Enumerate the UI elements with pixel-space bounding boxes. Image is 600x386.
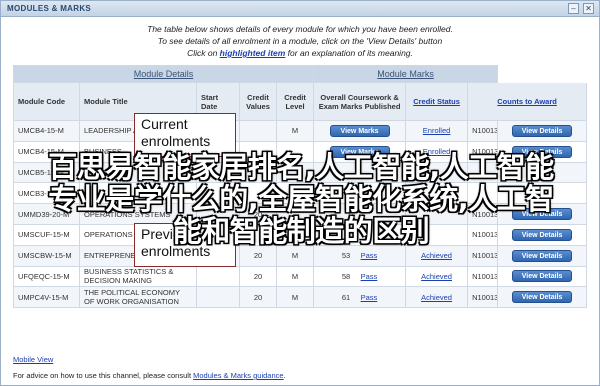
overlay-text-line-3: 能和智能制造的区别 [172,214,430,248]
credit-status-link[interactable]: Achieved [421,272,452,281]
blank-header [497,65,588,83]
table-row: UMPC4V-15-M THE POLITICAL ECONOMY OF WOR… [13,286,588,309]
mark-value: 53 [341,251,351,261]
award-code: N10013 [467,286,499,309]
result-link[interactable]: Pass [361,272,378,281]
view-details-button[interactable]: View Details [512,291,573,304]
instruction-line-3-pre: Click on [187,48,220,58]
credit-status-cell: Achieved [405,286,469,309]
result-link[interactable]: Pass [361,293,378,302]
credit-status-cell: Achieved [405,265,469,288]
credit-values: 20 [239,244,277,267]
credit-level: M [275,286,315,309]
details-cell: View Details [497,286,588,309]
module-code: UMSCBW-15-M [13,244,80,267]
credit-status-link[interactable]: Achieved [421,293,452,302]
guidance-link[interactable]: Modules & Marks guidance [193,371,283,380]
award-code: N10013 [467,244,499,267]
col-credit-status[interactable]: Credit Status [405,82,469,121]
module-details-group-header[interactable]: Module Details [12,65,315,83]
title-bar: MODULES & MARKS – ✕ [1,1,599,17]
module-code: UMCB4-15-M [13,120,80,142]
overlay-text-line-2: 专业是学什么的,全屋智能化系统,人工智 [48,182,554,216]
close-button[interactable]: ✕ [583,3,594,14]
table-row: UFQEQC-15-M BUSINESS STATISTICS & DECISI… [13,265,588,288]
credit-status-cell: Achieved [405,244,469,267]
footer-note: For advice on how to use this channel, p… [13,371,286,380]
credit-level: M [275,244,315,267]
modules-marks-window: MODULES & MARKS – ✕ The table below show… [0,0,600,386]
credit-values: 20 [239,286,277,309]
view-details-button[interactable]: View Details [512,270,573,283]
credit-status-cell: Enrolled [405,120,469,142]
highlighted-item-link[interactable]: highlighted item [220,48,286,58]
marks-cell: 58 Pass [313,265,407,288]
col-module-code: Module Code [13,82,80,121]
view-marks-button[interactable]: View Marks [329,124,390,137]
col-marks-published: Overall Coursework & Exam Marks Publishe… [313,82,407,121]
col-credit-values: Credit Values [239,82,277,121]
module-title: THE POLITICAL ECONOMY OF WORK ORGANISATI… [79,286,197,309]
credit-status-link[interactable]: Enrolled [423,126,451,135]
mobile-view-link[interactable]: Mobile View [13,355,53,364]
current-callout-line-2: enrolments [141,133,211,149]
details-cell: View Details [497,265,588,288]
view-details-button[interactable]: View Details [512,124,573,137]
overlay-text-line-1: 百思易智能家居排名,人工智能,人工智能 [48,150,554,184]
footer-text-end: . [283,371,286,380]
marks-cell: 61 Pass [313,286,407,309]
mark-value: 61 [341,292,351,302]
module-marks-group-header[interactable]: Module Marks [313,65,499,83]
instruction-line-2: To see details of all enrolment in a mod… [157,36,443,46]
details-cell: View Details [497,244,588,267]
instructions: The table below shows details of every m… [1,23,599,59]
col-credit-level: Credit Level [275,82,315,121]
current-callout-line-1: Current [141,116,188,132]
module-code: UMPC4V-15-M [13,286,80,309]
details-cell: View Details [497,120,588,142]
credit-level: M [275,120,315,142]
window-title: MODULES & MARKS [7,4,92,13]
marks-cell: 53 Pass [313,244,407,267]
instruction-line-1: The table below shows details of every m… [147,24,453,34]
credit-values: 20 [239,265,277,288]
table-row: UMCB4-15-M LEADERSHIP A M View Marks Enr… [13,120,588,142]
module-code: UFQEQC-15-M [13,265,80,288]
award-code: N10013 [467,120,499,142]
result-link[interactable]: Pass [361,251,378,260]
marks-cell: View Marks [313,120,407,142]
module-title: BUSINESS STATISTICS & DECISION MAKING [79,265,197,288]
instruction-line-3: Click on highlighted item for an explana… [1,47,599,59]
table-row: UMSCBW-15-M ENTREPRENEURSHIP & INNOVATIO… [13,244,588,267]
instruction-line-3-post: for an explanation of its meaning. [285,48,413,58]
footer-text: For advice on how to use this channel, p… [13,371,194,380]
credit-status-link[interactable]: Achieved [421,251,452,260]
view-details-button[interactable]: View Details [512,249,573,262]
col-counts-to-award[interactable]: Counts to Award [467,82,588,121]
minimize-button[interactable]: – [568,3,579,14]
credit-values [239,120,277,142]
credit-level: M [275,265,315,288]
award-code: N10013 [467,265,499,288]
mark-value: 58 [341,271,351,281]
